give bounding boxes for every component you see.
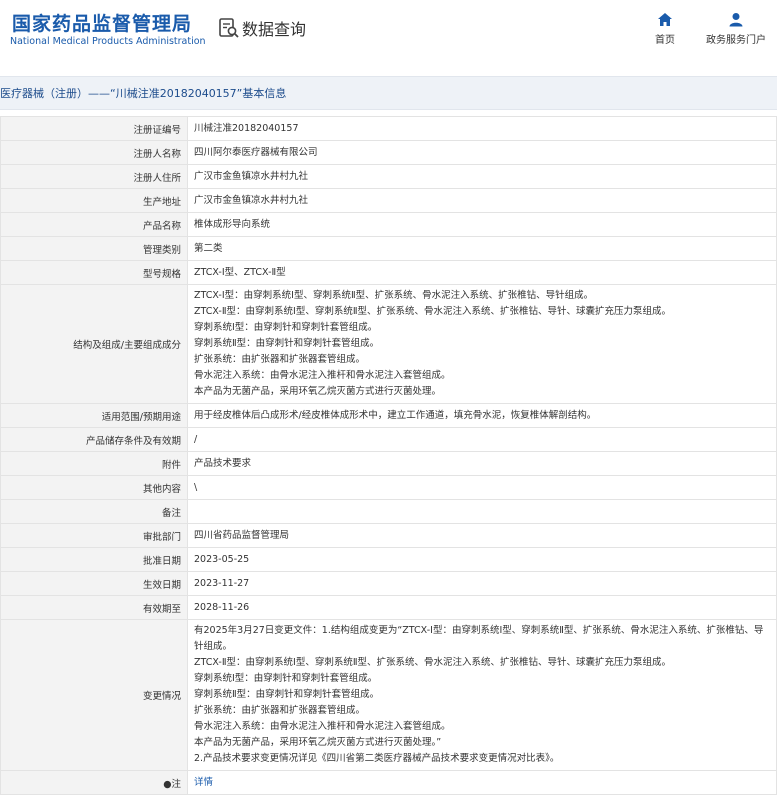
- field-label: 注册人住所: [0, 164, 188, 189]
- table-row: 型号规格 ZTCX-Ⅰ型、ZTCX-Ⅱ型: [0, 260, 777, 285]
- page-title-bar: 医疗器械（注册）——“川械注准20182040157”基本信息: [0, 76, 777, 110]
- field-value: 第二类: [187, 236, 777, 261]
- value-line: 骨水泥注入系统：由骨水泥注入推杆和骨水泥注入套管组成。: [194, 370, 451, 381]
- field-value: ZTCX-Ⅰ型：由穿刺系统Ⅰ型、穿刺系统Ⅱ型、扩张系统、骨水泥注入系统、扩张椎钻…: [187, 284, 777, 404]
- field-label: 产品名称: [0, 212, 188, 237]
- field-value: 2023-11-27: [187, 571, 777, 596]
- table-row: 变更情况 有2025年3月27日变更文件：1.结构组成变更为“ZTCX-Ⅰ型：由…: [0, 619, 777, 771]
- field-label: 变更情况: [0, 619, 188, 771]
- field-label: 其他内容: [0, 475, 188, 500]
- table-row: 审批部门 四川省药品监督管理局: [0, 523, 777, 548]
- nav-home-label: 首页: [655, 35, 675, 46]
- value-line: ZTCX-Ⅰ型：由穿刺系统Ⅰ型、穿刺系统Ⅱ型、扩张系统、骨水泥注入系统、扩张椎钻…: [194, 290, 594, 301]
- table-row: 其他内容 \: [0, 475, 777, 500]
- table-row: 有效期至 2028-11-26: [0, 595, 777, 620]
- field-value: 2028-11-26: [187, 595, 777, 620]
- field-label: 适用范围/预期用途: [0, 403, 188, 428]
- table-row: 附件 产品技术要求: [0, 451, 777, 476]
- table-row: 批准日期 2023-05-25: [0, 547, 777, 572]
- table-row: 生产地址 广汉市金鱼镇凉水井村九社: [0, 188, 777, 213]
- field-value: 2023-05-25: [187, 547, 777, 572]
- field-label: 附件: [0, 451, 188, 476]
- value-line: 扩张系统：由扩张器和扩张器套管组成。: [194, 705, 366, 716]
- field-label: 产品储存条件及有效期: [0, 427, 188, 452]
- value-line: ZTCX-Ⅱ型：由穿刺系统Ⅰ型、穿刺系统Ⅱ型、扩张系统、骨水泥注入系统、扩张椎钻…: [194, 657, 672, 668]
- table-row: 注册人住所 广汉市金鱼镇凉水井村九社: [0, 164, 777, 189]
- value-line: 本产品为无菌产品，采用环氧乙烷灭菌方式进行灭菌处理。: [194, 386, 442, 397]
- field-value: 川械注准20182040157: [187, 116, 777, 141]
- brand-subtitle: National Medical Products Administration: [10, 36, 206, 47]
- value-line: 2.产品技术要求变更情况详见《四川省第二类医疗器械产品技术要求变更情况对比表》。: [194, 753, 560, 764]
- field-label: 管理类别: [0, 236, 188, 261]
- value-line: 有2025年3月27日变更文件：1.结构组成变更为“ZTCX-Ⅰ型：由穿刺系统Ⅰ…: [194, 625, 764, 652]
- table-row: 产品名称 椎体成形导向系统: [0, 212, 777, 237]
- brand-title[interactable]: 国家药品监督管理局: [12, 9, 192, 36]
- data-query-heading[interactable]: 数据查询: [218, 16, 306, 40]
- field-label: 结构及组成/主要组成成分: [0, 284, 188, 404]
- nav-portal-label: 政务服务门户: [706, 35, 766, 46]
- field-value: 详情: [187, 770, 777, 795]
- field-label: 生效日期: [0, 571, 188, 596]
- nav-service-portal[interactable]: 政务服务门户: [703, 12, 769, 46]
- table-row: ●注 详情: [0, 770, 777, 795]
- data-query-label: 数据查询: [242, 20, 307, 39]
- field-value: \: [187, 475, 777, 500]
- field-value: 广汉市金鱼镇凉水井村九社: [187, 188, 777, 213]
- field-label: 注册证编号: [0, 116, 188, 141]
- value-line: 穿刺系统Ⅱ型：由穿刺针和穿刺针套管组成。: [194, 689, 380, 700]
- table-row: 生效日期 2023-11-27: [0, 571, 777, 596]
- field-label: 有效期至: [0, 595, 188, 620]
- field-label: 型号规格: [0, 260, 188, 285]
- table-row: 结构及组成/主要组成成分 ZTCX-Ⅰ型：由穿刺系统Ⅰ型、穿刺系统Ⅱ型、扩张系统…: [0, 284, 777, 404]
- field-label: 备注: [0, 499, 188, 524]
- field-label: 批准日期: [0, 547, 188, 572]
- field-label: 生产地址: [0, 188, 188, 213]
- field-value: [187, 499, 777, 524]
- field-value: 用于经皮椎体后凸成形术/经皮椎体成形术中，建立工作通道，填充骨水泥，恢复椎体解剖…: [187, 403, 777, 428]
- field-value: 椎体成形导向系统: [187, 212, 777, 237]
- table-row: 适用范围/预期用途 用于经皮椎体后凸成形术/经皮椎体成形术中，建立工作通道，填充…: [0, 403, 777, 428]
- value-line: 穿刺系统Ⅱ型：由穿刺针和穿刺针套管组成。: [194, 338, 380, 349]
- detail-table: 注册证编号 川械注准20182040157 注册人名称 四川阿尔泰医疗器械有限公…: [0, 116, 777, 795]
- field-value: ZTCX-Ⅰ型、ZTCX-Ⅱ型: [187, 260, 777, 285]
- table-row: 备注: [0, 499, 777, 524]
- field-value: /: [187, 427, 777, 452]
- field-label: 注册人名称: [0, 140, 188, 165]
- field-value: 四川省药品监督管理局: [187, 523, 777, 548]
- field-label: 审批部门: [0, 523, 188, 548]
- field-value: 产品技术要求: [187, 451, 777, 476]
- value-line: 本产品为无菌产品，采用环氧乙烷灭菌方式进行灭菌处理。”: [194, 737, 442, 748]
- page-title: 医疗器械（注册）——“川械注准20182040157”基本信息: [0, 87, 287, 100]
- value-line: 骨水泥注入系统：由骨水泥注入推杆和骨水泥注入套管组成。: [194, 721, 451, 732]
- value-line: ZTCX-Ⅱ型：由穿刺系统Ⅰ型、穿刺系统Ⅱ型、扩张系统、骨水泥注入系统、扩张椎钻…: [194, 306, 672, 317]
- home-icon: [658, 13, 672, 26]
- details-link[interactable]: 详情: [194, 777, 213, 788]
- value-line: 扩张系统：由扩张器和扩张器套管组成。: [194, 354, 366, 365]
- table-row: 注册人名称 四川阿尔泰医疗器械有限公司: [0, 140, 777, 165]
- field-value: 有2025年3月27日变更文件：1.结构组成变更为“ZTCX-Ⅰ型：由穿刺系统Ⅰ…: [187, 619, 777, 771]
- user-icon: [729, 13, 743, 27]
- site-header: 国家药品监督管理局 National Medical Products Admi…: [0, 0, 777, 62]
- field-value: 四川阿尔泰医疗器械有限公司: [187, 140, 777, 165]
- table-row: 注册证编号 川械注准20182040157: [0, 116, 777, 141]
- value-line: 穿刺系统Ⅰ型：由穿刺针和穿刺针套管组成。: [194, 673, 378, 684]
- field-value: 广汉市金鱼镇凉水井村九社: [187, 164, 777, 189]
- table-row: 产品储存条件及有效期 /: [0, 427, 777, 452]
- table-row: 管理类别 第二类: [0, 236, 777, 261]
- document-search-icon: [219, 18, 239, 38]
- field-label: ●注: [0, 770, 188, 795]
- nav-home[interactable]: 首页: [652, 12, 678, 46]
- value-line: 穿刺系统Ⅰ型：由穿刺针和穿刺针套管组成。: [194, 322, 378, 333]
